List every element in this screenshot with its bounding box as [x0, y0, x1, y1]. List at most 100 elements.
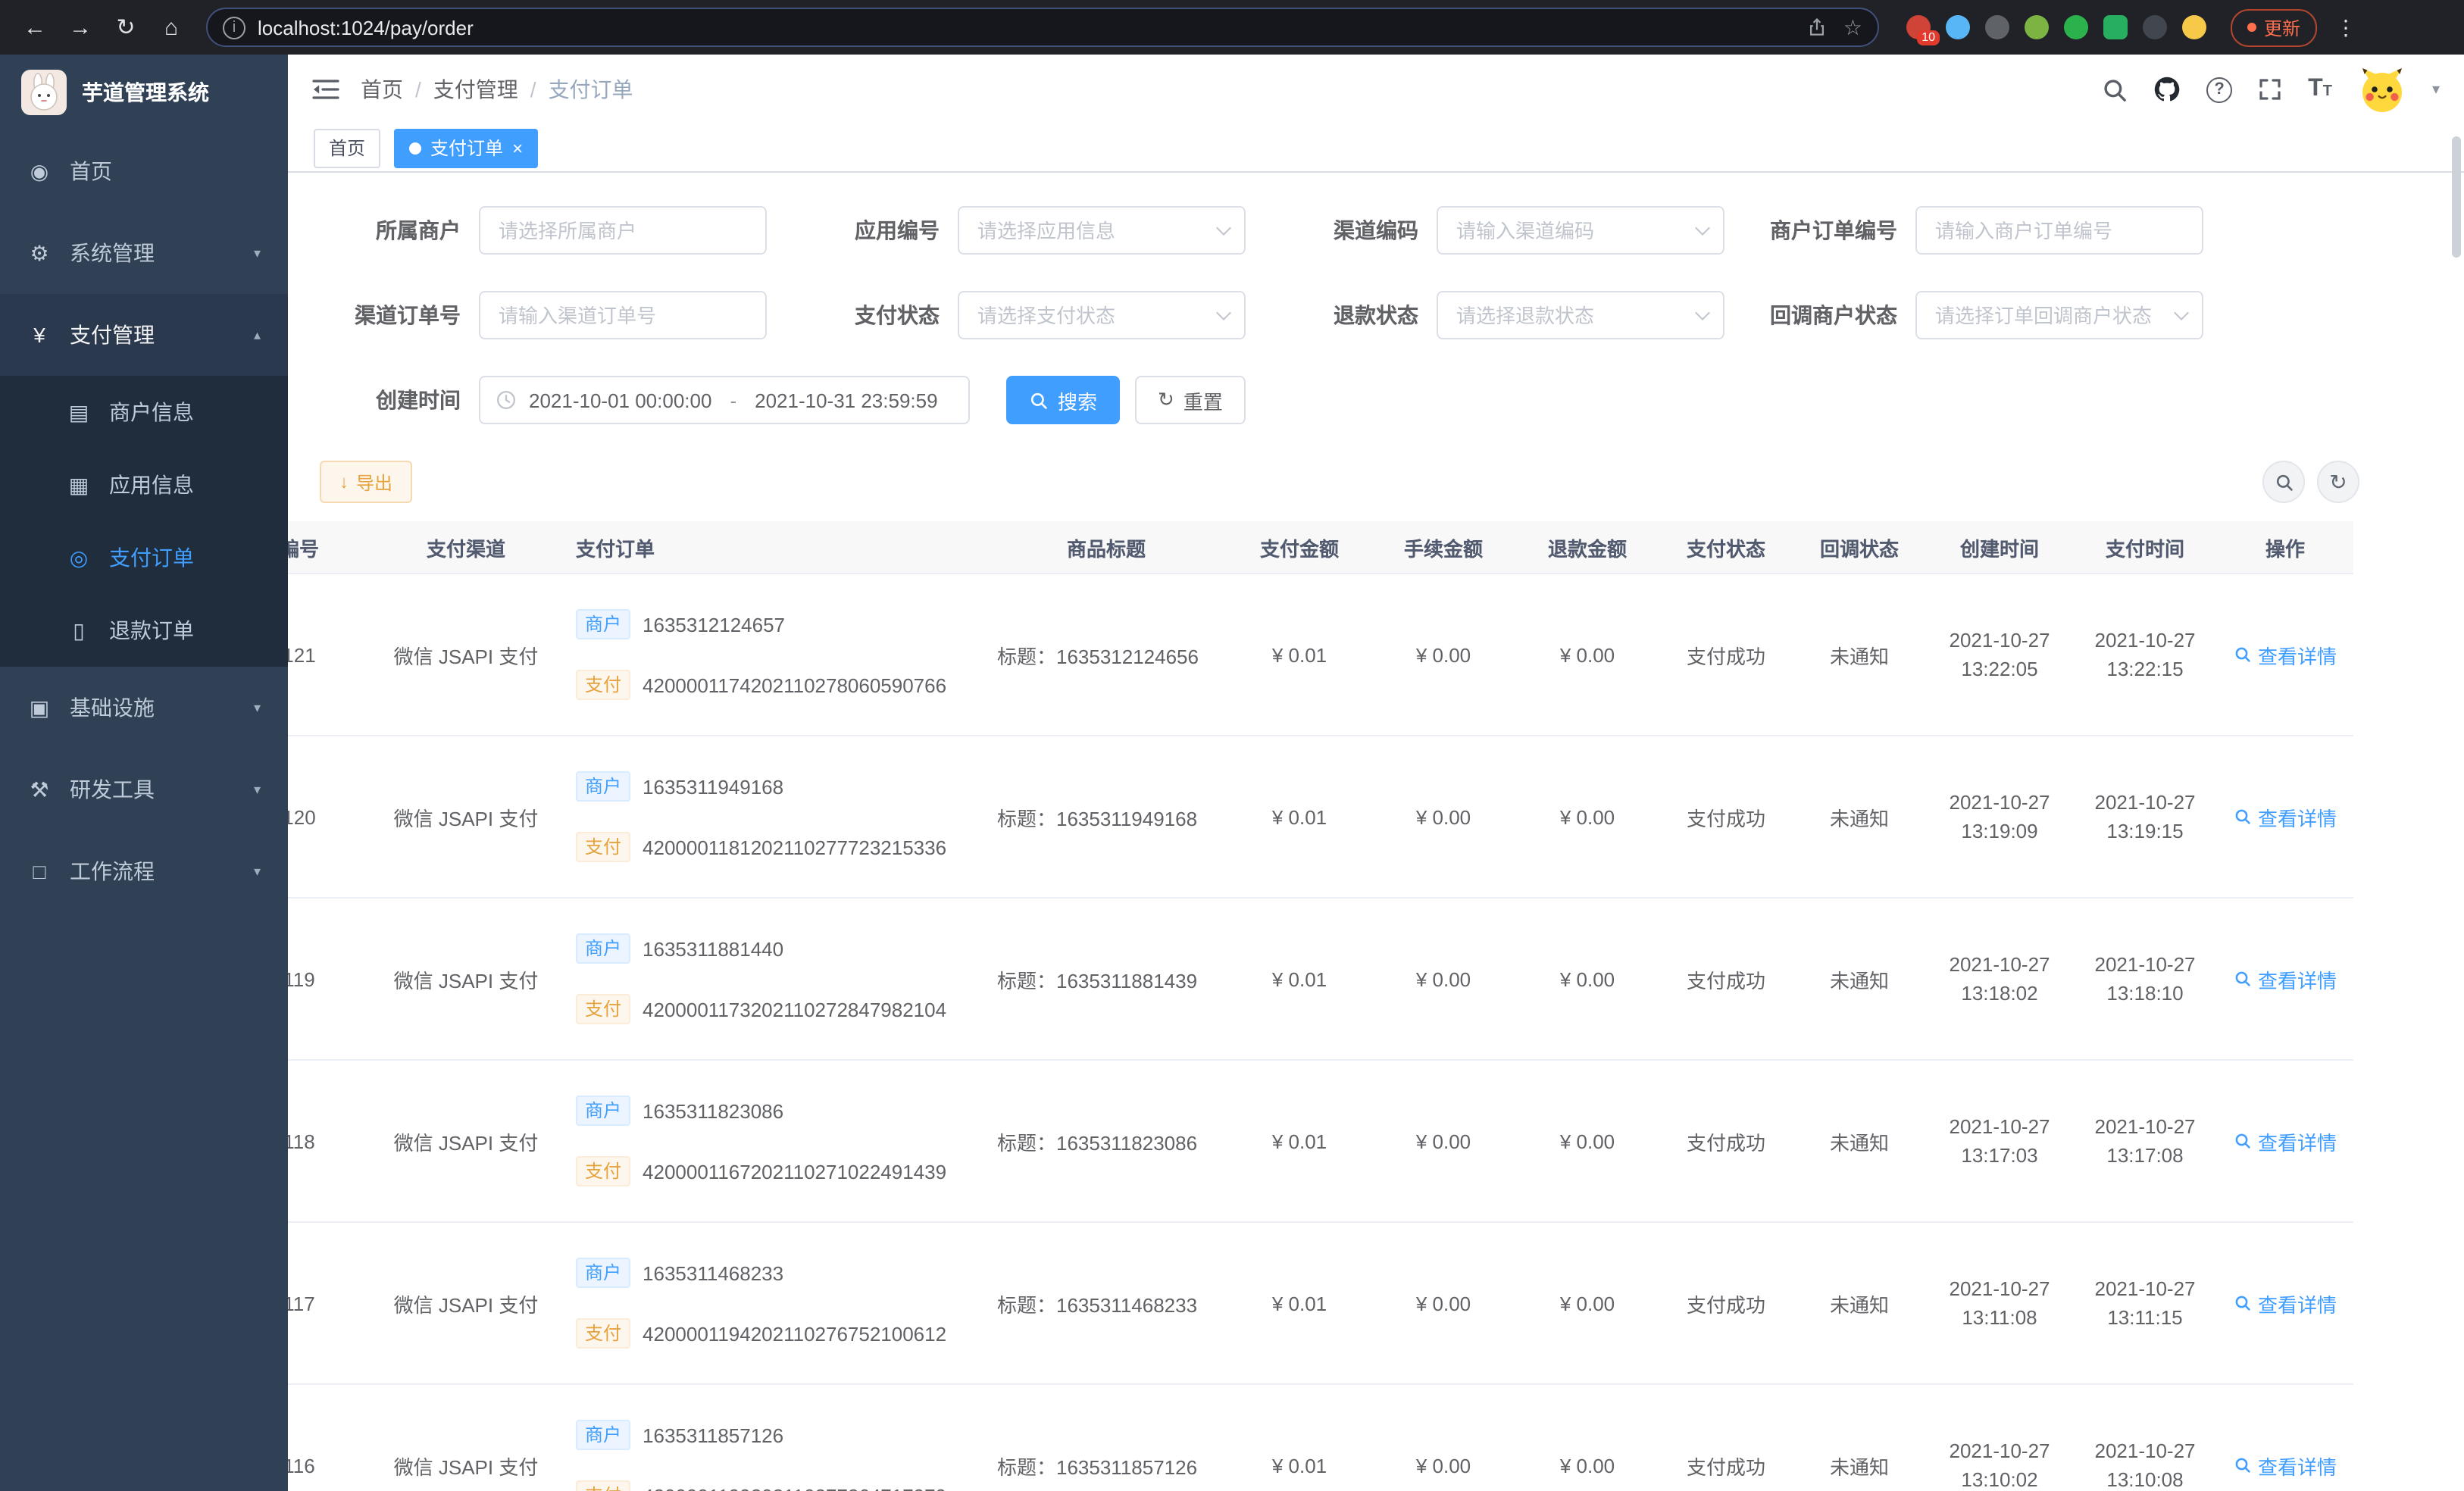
- filter-label: 支付状态: [855, 303, 940, 327]
- site-info-icon[interactable]: i: [223, 16, 245, 39]
- date-start[interactable]: 2021-10-01 00:00:00: [529, 389, 711, 411]
- extension-icon[interactable]: 10: [1906, 15, 1940, 45]
- pay-status: 支付成功: [1686, 1455, 1765, 1478]
- filter-input[interactable]: [958, 206, 1246, 255]
- view-detail-link[interactable]: 查看详情: [2234, 964, 2337, 993]
- chevron-down-icon: ▾: [253, 699, 261, 714]
- filter-input[interactable]: [1915, 291, 2203, 339]
- filter-input[interactable]: [479, 206, 767, 255]
- breadcrumb-separator: /: [415, 77, 421, 102]
- view-detail-link[interactable]: 查看详情: [2234, 802, 2337, 831]
- view-detail-link[interactable]: 查看详情: [2234, 1127, 2337, 1155]
- bookmark-star-icon[interactable]: ☆: [1843, 14, 1862, 40]
- extension-icon[interactable]: [2064, 15, 2088, 39]
- extension-icon[interactable]: [1985, 15, 2009, 39]
- export-button[interactable]: ↓ 导出: [320, 461, 413, 503]
- browser-home-icon[interactable]: ⌂: [152, 8, 191, 47]
- browser-update-button[interactable]: 更新: [2231, 8, 2318, 46]
- filter-label: 退款状态: [1334, 303, 1418, 327]
- create-time: 2021-10-27 13:19:09: [1949, 791, 2050, 842]
- main-area: 首页 / 支付管理 / 支付订单 ? TT ▾ 首页 支付订单 × 所属商户 请…: [288, 55, 2464, 1491]
- sidebar-item-devtools[interactable]: ⚒ 研发工具 ▾: [0, 749, 288, 830]
- orders-table: 编号 支付渠道 支付订单 商品标题 支付金额 手续金额 退款金额 支付状态 回调…: [288, 521, 2358, 1491]
- view-detail-link[interactable]: 查看详情: [2234, 1451, 2337, 1480]
- sidebar-item-payment[interactable]: ¥ 支付管理 ▴: [0, 294, 288, 376]
- sidebar-item-merchant-info[interactable]: ▤ 商户信息: [0, 376, 288, 449]
- filter-input[interactable]: [1437, 206, 1724, 255]
- date-end[interactable]: 2021-10-31 23:59:59: [755, 389, 937, 411]
- url-text[interactable]: localhost:1024/pay/order: [258, 16, 1795, 39]
- action-cell: 查看详情: [2217, 964, 2353, 993]
- merchant-tag: 商户: [576, 1420, 631, 1450]
- view-detail-link[interactable]: 查看详情: [2234, 640, 2337, 669]
- breadcrumb-home[interactable]: 首页: [361, 74, 403, 105]
- extension-icon[interactable]: [2025, 15, 2049, 39]
- sidebar-item-system[interactable]: ⚙ 系统管理 ▾: [0, 212, 288, 294]
- pay-status: 支付成功: [1686, 969, 1765, 992]
- filter-input[interactable]: [958, 291, 1246, 339]
- sidebar-item-refund-order[interactable]: ▯ 退款订单: [0, 594, 288, 667]
- address-bar[interactable]: i localhost:1024/pay/order ☆: [206, 8, 1879, 47]
- hamburger-icon[interactable]: [312, 79, 339, 100]
- extension-icon[interactable]: [2103, 15, 2128, 39]
- sidebar-item-pay-order[interactable]: ◎ 支付订单: [0, 521, 288, 594]
- breadcrumb-payment[interactable]: 支付管理: [433, 74, 518, 105]
- action-cell: 查看详情: [2217, 640, 2353, 669]
- close-icon[interactable]: ×: [512, 139, 523, 157]
- dashboard-icon: ◉: [30, 158, 49, 183]
- share-icon[interactable]: [1807, 17, 1828, 38]
- card-icon: ▤: [68, 399, 89, 424]
- col-header-ptime: 支付时间: [2105, 537, 2184, 560]
- scrollbar[interactable]: [2452, 136, 2461, 258]
- pay-amount: ¥ 0.01: [1271, 1292, 1327, 1314]
- refund-amount: ¥ 0.00: [1559, 1454, 1615, 1477]
- search-icon[interactable]: [2102, 77, 2128, 102]
- filter-input[interactable]: [1915, 206, 2203, 255]
- filter-field: 回调商户状态: [1724, 291, 2203, 339]
- filter-input[interactable]: [479, 291, 767, 339]
- browser-reload-icon[interactable]: ↻: [106, 8, 145, 47]
- extension-icon[interactable]: [2182, 15, 2206, 39]
- col-header-channel: 支付渠道: [426, 537, 505, 560]
- action-cell: 查看详情: [2217, 1451, 2353, 1480]
- fee-amount: ¥ 0.00: [1415, 805, 1471, 828]
- merchant-tag: 商户: [576, 1258, 631, 1288]
- pay-channel: 微信 JSAPI 支付: [393, 1455, 539, 1478]
- tab-pay-order[interactable]: 支付订单 ×: [394, 128, 539, 167]
- channel-order-no: 4200001173202110272847982104: [643, 998, 947, 1021]
- refresh-table-button[interactable]: ↻: [2317, 461, 2359, 503]
- refund-amount: ¥ 0.00: [1559, 643, 1615, 666]
- avatar[interactable]: [2358, 65, 2406, 114]
- filter-field: 商户订单编号: [1724, 206, 2203, 255]
- extension-icon[interactable]: [1946, 15, 1970, 39]
- browser-back-icon[interactable]: ←: [15, 8, 55, 47]
- chevron-down-icon[interactable]: ▾: [2432, 81, 2440, 98]
- merchant-order-no: 1635312124657: [643, 613, 786, 636]
- sidebar-item-workflow[interactable]: □ 工作流程 ▾: [0, 830, 288, 912]
- goods-title: 标题：1635311881439: [997, 969, 1198, 992]
- browser-menu-icon[interactable]: ⋮: [2335, 14, 2356, 40]
- sidebar-item-app-info[interactable]: ▦ 应用信息: [0, 449, 288, 521]
- table-header: 编号 支付渠道 支付订单 商品标题 支付金额 手续金额 退款金额 支付状态 回调…: [288, 521, 2353, 574]
- extension-icon[interactable]: [2143, 15, 2167, 39]
- search-button[interactable]: 搜索: [1006, 376, 1121, 424]
- toggle-search-button[interactable]: [2262, 461, 2305, 503]
- refund-amount: ¥ 0.00: [1559, 805, 1615, 828]
- date-range-input[interactable]: 2021-10-01 00:00:00 - 2021-10-31 23:59:5…: [479, 376, 970, 424]
- sidebar-item-infra[interactable]: ▣ 基础设施 ▾: [0, 667, 288, 749]
- browser-forward-icon[interactable]: →: [61, 8, 100, 47]
- channel-order-no: 4200001181202110277723215336: [643, 836, 947, 858]
- sidebar-item-home[interactable]: ◉ 首页: [0, 130, 288, 212]
- font-size-icon[interactable]: TT: [2308, 77, 2332, 102]
- merchant-tag: 商户: [576, 609, 631, 639]
- view-detail-link[interactable]: 查看详情: [2234, 1289, 2337, 1318]
- help-icon[interactable]: ?: [2206, 77, 2233, 102]
- fee-amount: ¥ 0.00: [1415, 1292, 1471, 1314]
- notify-status: 未通知: [1829, 1455, 1889, 1478]
- reset-button[interactable]: ↻ 重置: [1135, 376, 1246, 424]
- filter-input[interactable]: [1437, 291, 1724, 339]
- github-icon[interactable]: [2153, 76, 2181, 103]
- notify-status: 未通知: [1829, 969, 1889, 992]
- fullscreen-icon[interactable]: [2258, 77, 2282, 102]
- tab-home[interactable]: 首页: [314, 128, 381, 167]
